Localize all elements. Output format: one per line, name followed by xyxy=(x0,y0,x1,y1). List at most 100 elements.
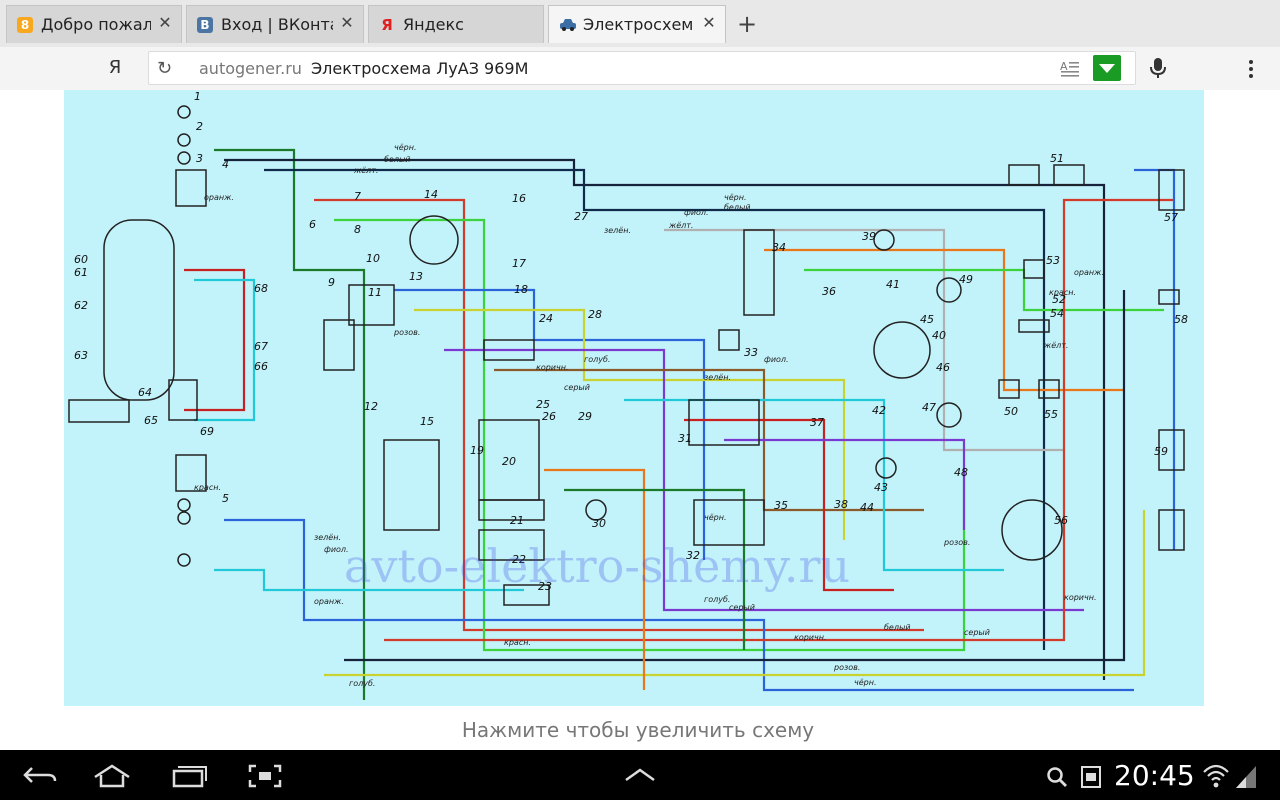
component-number: 13 xyxy=(409,270,423,283)
wiring-diagram-image[interactable]: 1 2 3 4 5 6 7 8 9 10 11 12 13 14 15 16 17 18 19 20 21 22 23 24 2… xyxy=(64,90,1204,706)
reload-icon[interactable]: ↻ xyxy=(157,58,172,79)
component-number: 8 xyxy=(354,223,361,236)
component-number: 3 xyxy=(196,152,203,165)
browser-toolbar: Я ↻ autogener.ru Электросхема ЛуАЗ 969М … xyxy=(0,47,1280,91)
tab-vk[interactable]: В Вход | ВКонта ✕ xyxy=(186,5,364,43)
enlarge-caption-link[interactable]: Нажмите чтобы увеличить схему xyxy=(0,718,1276,742)
component-number: 1 xyxy=(194,90,201,103)
wire-color-label: чёрн. xyxy=(704,513,727,522)
clock: 20:45 xyxy=(1114,759,1195,792)
component-number: 53 xyxy=(1046,254,1060,267)
wire-color-label: оранж. xyxy=(204,193,234,202)
vk-icon: В xyxy=(197,17,213,33)
component-number: 14 xyxy=(424,188,438,201)
component-number: 20 xyxy=(502,455,516,468)
component-number: 50 xyxy=(1004,405,1018,418)
wire-color-label: жёлт. xyxy=(668,221,693,230)
component-number: 4 xyxy=(222,158,229,171)
component-number: 46 xyxy=(936,361,950,374)
wire-color-label: зелён. xyxy=(704,373,731,382)
search-icon[interactable] xyxy=(1046,766,1068,788)
component-number: 2 xyxy=(196,120,203,133)
close-icon[interactable]: ✕ xyxy=(157,15,173,31)
back-icon[interactable] xyxy=(22,764,58,788)
wire-color-label: серый xyxy=(564,383,590,392)
component-number: 44 xyxy=(860,501,874,514)
wire-color-label: голуб. xyxy=(704,595,730,604)
wire-color-label: оранж. xyxy=(314,597,344,606)
tab-title: Добро пожал xyxy=(41,15,151,34)
url-domain: autogener.ru xyxy=(199,59,302,78)
component-number: 64 xyxy=(138,386,152,399)
screenshot-icon[interactable] xyxy=(248,764,282,788)
reader-mode-icon[interactable]: A xyxy=(1059,59,1081,79)
component-number: 5 xyxy=(222,492,229,505)
component-number: 12 xyxy=(364,400,378,413)
component-number: 11 xyxy=(368,286,382,299)
component-number: 34 xyxy=(772,241,786,254)
component-number: 17 xyxy=(512,257,526,270)
wire-color-label: фиол. xyxy=(764,355,789,364)
tab-electroschema[interactable]: Электросхем ✕ xyxy=(548,5,726,43)
component-number: 35 xyxy=(774,499,788,512)
chevron-up-icon[interactable] xyxy=(624,768,656,782)
wire-color-label: серый xyxy=(964,628,990,637)
component-number: 60 xyxy=(74,253,88,266)
address-bar[interactable]: ↻ autogener.ru Электросхема ЛуАЗ 969М A xyxy=(148,51,1136,85)
menu-icon[interactable] xyxy=(1248,59,1254,79)
tab-dobro[interactable]: 8 Добро пожал ✕ xyxy=(6,5,182,43)
wire-color-label: коричн. xyxy=(1064,593,1097,602)
component-number: 55 xyxy=(1044,408,1058,421)
microphone-icon[interactable] xyxy=(1150,57,1166,79)
wire-color-label: жёлт. xyxy=(353,166,378,175)
component-number: 54 xyxy=(1050,307,1064,320)
component-number: 51 xyxy=(1050,152,1064,165)
component-number: 27 xyxy=(574,210,588,223)
wire-color-label: оранж. xyxy=(1074,268,1104,277)
component-number: 38 xyxy=(834,498,848,511)
wire-color-label: чёрн. xyxy=(854,678,877,687)
tab-yandex[interactable]: Я Яндекс xyxy=(368,5,544,43)
close-icon[interactable]: ✕ xyxy=(339,15,355,31)
wire-color-label: красн. xyxy=(194,483,221,492)
wire-color-label: розов. xyxy=(943,538,970,547)
protect-wifi-icon[interactable] xyxy=(1093,55,1121,81)
yandex-icon: Я xyxy=(381,16,393,34)
wire-color-label: фиол. xyxy=(684,208,709,217)
wire-color-label: зелён. xyxy=(314,533,341,542)
component-number: 28 xyxy=(588,308,602,321)
component-number: 21 xyxy=(510,514,524,527)
component-number: 9 xyxy=(328,276,335,289)
component-number: 16 xyxy=(512,192,526,205)
component-number: 31 xyxy=(678,432,692,445)
component-number: 61 xyxy=(74,266,88,279)
signal-icon xyxy=(1236,766,1256,788)
tab-title: Вход | ВКонта xyxy=(221,15,333,34)
component-number: 37 xyxy=(810,416,824,429)
component-number: 43 xyxy=(874,481,888,494)
new-tab-button[interactable]: + xyxy=(732,10,762,40)
component-number: 41 xyxy=(886,278,900,291)
home-icon[interactable] xyxy=(92,764,132,788)
component-number: 63 xyxy=(74,349,88,362)
recent-apps-icon[interactable] xyxy=(168,764,208,788)
wire-color-label: голуб. xyxy=(349,679,375,688)
component-number: 48 xyxy=(954,466,968,479)
tab-title: Яндекс xyxy=(403,15,464,34)
component-number: 68 xyxy=(254,282,268,295)
gallery-icon[interactable] xyxy=(1080,765,1102,789)
component-number: 33 xyxy=(744,346,758,359)
component-number: 39 xyxy=(862,230,876,243)
component-number: 57 xyxy=(1164,211,1178,224)
page-content: 1 2 3 4 5 6 7 8 9 10 11 12 13 14 15 16 17 18 19 20 21 22 23 24 2… xyxy=(0,90,1280,750)
close-icon[interactable]: ✕ xyxy=(701,15,717,31)
component-number: 6 xyxy=(309,218,316,231)
component-number: 15 xyxy=(420,415,434,428)
component-number: 65 xyxy=(144,414,158,427)
yandex-home-button[interactable]: Я xyxy=(104,57,126,79)
component-number: 7 xyxy=(354,190,361,203)
car-icon xyxy=(559,17,576,33)
wire-color-label: чёрн. xyxy=(394,143,417,152)
wire-color-label: жёлт. xyxy=(1043,341,1068,350)
wire-color-label: голуб. xyxy=(584,355,610,364)
